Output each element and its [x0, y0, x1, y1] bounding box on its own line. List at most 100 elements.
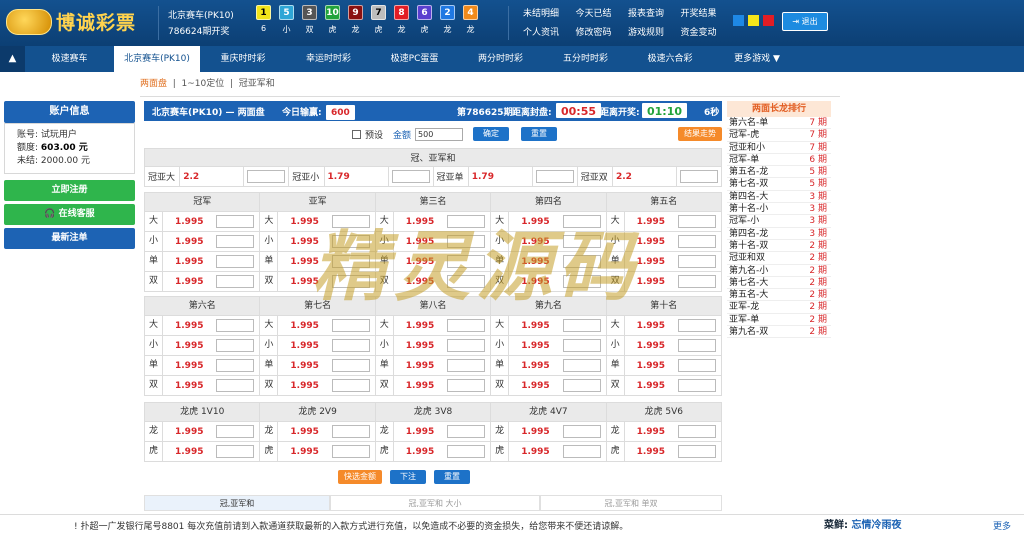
bet-amount-input[interactable] [447, 339, 486, 352]
gy-bet-input[interactable] [535, 170, 574, 183]
bet-amount-input[interactable] [331, 425, 370, 438]
bet-amount-input[interactable] [447, 359, 486, 372]
stat-tab-gy-size[interactable]: 冠,亚军和 大小 [330, 495, 540, 511]
theme-yellow-swatch[interactable] [748, 15, 759, 26]
bet-amount-input[interactable] [562, 339, 601, 352]
latest-bets-button[interactable]: 最新注单 [4, 228, 135, 249]
more-link[interactable]: 更多 [993, 519, 1011, 532]
bet-amount-input[interactable] [331, 319, 370, 332]
result-trend-button[interactable]: 结果走势 [678, 127, 722, 141]
positions-6-10: 第六名大 1.995 小 1.995 单 1.995 双 1.995 第七名大 1.995 小 1.9… [144, 296, 722, 396]
game-tab[interactable]: 极速PC蛋蛋 [371, 46, 458, 72]
bet-option-label: 单 [607, 252, 625, 271]
game-tab[interactable]: 北京赛车(PK10) [114, 46, 200, 72]
bet-amount-input[interactable] [447, 255, 486, 268]
bet-amount-input[interactable] [216, 379, 255, 392]
gy-bet-input[interactable] [247, 170, 286, 183]
bet-amount-input[interactable] [447, 215, 486, 228]
bet-amount-input[interactable] [331, 275, 370, 288]
bet-amount-input[interactable] [562, 275, 601, 288]
bet-amount-input[interactable] [216, 359, 255, 372]
bet-amount-input[interactable] [216, 425, 255, 438]
account-link[interactable]: 资金变动 [681, 25, 724, 38]
bet-amount-input[interactable] [678, 359, 716, 372]
amount-input[interactable]: 500 [415, 127, 464, 141]
bet-amount-input[interactable] [447, 379, 486, 392]
bet-amount-input[interactable] [331, 255, 370, 268]
bet-amount-input[interactable] [562, 255, 601, 268]
bet-amount-input[interactable] [216, 339, 255, 352]
account-link[interactable]: 个人资讯 [523, 25, 566, 38]
bet-amount-input[interactable] [447, 445, 486, 458]
bet-amount-input[interactable] [678, 235, 716, 248]
account-link[interactable]: 游戏规则 [628, 25, 671, 38]
quick-amount-button[interactable]: 快选金额 [338, 470, 382, 484]
bet-amount-input[interactable] [331, 235, 370, 248]
bet-amount-input[interactable] [678, 445, 716, 458]
bet-amount-input[interactable] [678, 339, 716, 352]
collapse-up-icon[interactable]: ▲ [0, 46, 25, 72]
game-tab[interactable]: 五分时时彩 [543, 46, 628, 72]
account-link[interactable]: 今天已结 [576, 6, 619, 19]
bet-amount-input[interactable] [562, 215, 601, 228]
bet-amount-input[interactable] [562, 359, 601, 372]
game-tab[interactable]: 幸运时时彩 [286, 46, 371, 72]
bet-amount-input[interactable] [678, 319, 716, 332]
stat-tab-gy-parity[interactable]: 冠,亚军和 单双 [540, 495, 722, 511]
bet-amount-input[interactable] [678, 275, 716, 288]
account-link[interactable]: 未结明细 [523, 6, 566, 19]
bet-amount-input[interactable] [331, 445, 370, 458]
bet-amount-input[interactable] [678, 215, 716, 228]
bet-amount-input[interactable] [331, 379, 370, 392]
bet-amount-input[interactable] [216, 275, 255, 288]
tab-two-sides[interactable]: 两面盘 [140, 79, 167, 89]
bet-amount-input[interactable] [331, 215, 370, 228]
gy-bet-input[interactable] [391, 170, 430, 183]
reset-bet-button[interactable]: 重置 [434, 470, 470, 484]
bet-amount-input[interactable] [678, 379, 716, 392]
bet-odds: 1.995 [521, 320, 550, 331]
account-link[interactable]: 开奖结果 [681, 6, 724, 19]
submit-bet-button[interactable]: 下注 [390, 470, 426, 484]
game-tab[interactable]: 极速赛车 [25, 46, 114, 72]
confirm-button[interactable]: 确定 [473, 127, 510, 141]
preset-checkbox[interactable] [352, 129, 361, 139]
bet-amount-input[interactable] [447, 235, 486, 248]
logout-button[interactable]: ⇥ 退出 [782, 12, 828, 31]
bet-amount-input[interactable] [216, 255, 255, 268]
bet-amount-input[interactable] [216, 445, 255, 458]
bet-amount-input[interactable] [562, 319, 601, 332]
theme-red-swatch[interactable] [763, 15, 774, 26]
game-tab[interactable]: 极速六合彩 [628, 46, 712, 72]
gy-bet-input[interactable] [680, 170, 718, 183]
game-tab[interactable]: 两分时时彩 [458, 46, 543, 72]
tab-gy-sum[interactable]: 冠亚军和 [239, 79, 275, 89]
online-service-button[interactable]: 🎧 在线客服 [4, 204, 135, 225]
bet-odds: 1.995 [405, 276, 435, 287]
game-tab[interactable]: 重庆时时彩 [200, 46, 286, 72]
bet-amount-input[interactable] [678, 425, 716, 438]
bet-amount-input[interactable] [331, 359, 370, 372]
bet-amount-input[interactable] [447, 425, 486, 438]
bet-amount-input[interactable] [331, 339, 370, 352]
gy-bet-cell [676, 166, 722, 187]
bet-amount-input[interactable] [447, 319, 486, 332]
bet-amount-input[interactable] [562, 235, 601, 248]
tab-position[interactable]: 1~10定位 [182, 79, 225, 89]
bet-amount-input[interactable] [678, 255, 716, 268]
stat-tab-gy[interactable]: 冠,亚军和 [144, 495, 330, 511]
account-link[interactable]: 报表查询 [628, 6, 671, 19]
bet-amount-input[interactable] [562, 445, 601, 458]
bet-amount-input[interactable] [562, 379, 601, 392]
bet-amount-input[interactable] [447, 275, 486, 288]
reset-button[interactable]: 重置 [521, 127, 558, 141]
register-button[interactable]: 立即注册 [4, 180, 135, 201]
account-link[interactable]: 修改密码 [576, 25, 619, 38]
bet-amount-input[interactable] [562, 425, 601, 438]
bet-amount-input[interactable] [216, 235, 255, 248]
game-tab[interactable]: 更多游戏 ▼ [712, 46, 802, 72]
bet-amount-input[interactable] [216, 319, 255, 332]
logo[interactable]: 博诚彩票 [6, 8, 136, 35]
theme-blue-swatch[interactable] [733, 15, 744, 26]
bet-amount-input[interactable] [216, 215, 255, 228]
